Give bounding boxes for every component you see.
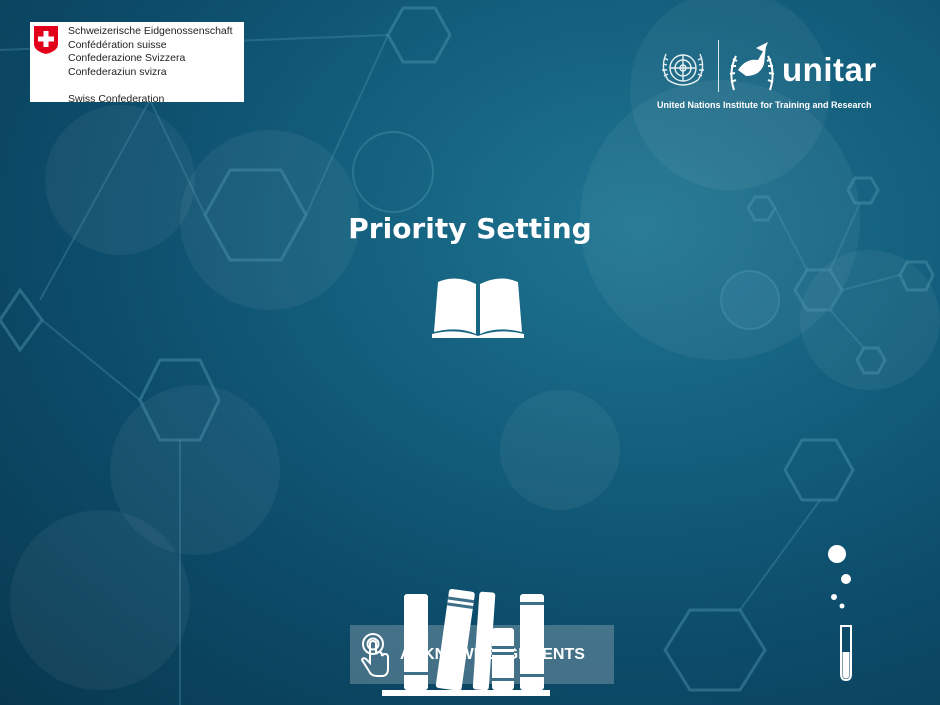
logo-divider (718, 40, 719, 92)
unitar-logo: unitar United Nations Institute for Trai… (656, 40, 896, 114)
swiss-line-italian: Confederazione Svizzera (68, 52, 186, 64)
swiss-line-german: Schweizerische Eidgenossenschaft (68, 25, 233, 37)
unitar-wordmark: unitar (782, 51, 877, 88)
unitar-tagline: United Nations Institute for Training an… (657, 100, 872, 110)
swiss-confederation-logo: Schweizerische Eidgenossenschaft Confédé… (30, 22, 244, 105)
books-icon (382, 588, 550, 696)
test-tube-icon (828, 545, 852, 682)
page-title: Priority Setting (348, 212, 592, 245)
swiss-line-french: Confédération suisse (68, 38, 167, 51)
unitar-bird-icon (729, 42, 775, 91)
slide-background: Schweizerische Eidgenossenschaft Confédé… (0, 0, 940, 705)
swiss-line-romansh: Confederaziun svizra (68, 65, 167, 78)
swiss-flag-icon (34, 26, 58, 54)
open-book-icon[interactable] (432, 276, 524, 338)
un-emblem-icon (662, 53, 704, 86)
swiss-line-english: Swiss Confederation (68, 93, 165, 105)
